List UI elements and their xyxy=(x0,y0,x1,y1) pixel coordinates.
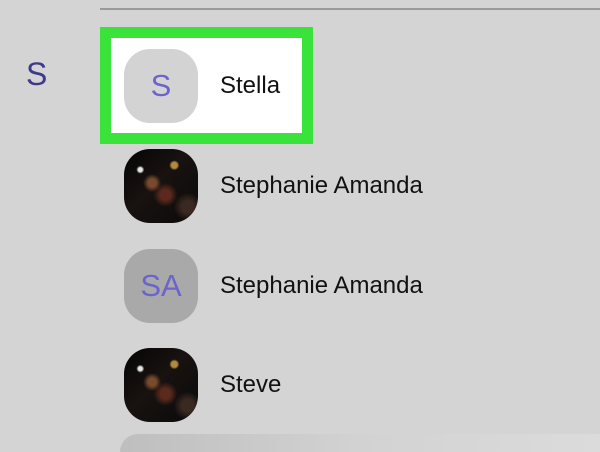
contact-name: Stephanie Amanda xyxy=(220,272,423,299)
contact-row-stella[interactable]: S Stella xyxy=(124,49,564,123)
contact-name: Stephanie Amanda xyxy=(220,172,423,199)
contact-row-stephanie-amanda-photo[interactable]: Stephanie Amanda xyxy=(124,149,564,223)
contact-name: Stella xyxy=(220,72,281,99)
next-row-partial xyxy=(120,434,600,452)
section-index-letter: S xyxy=(26,56,48,92)
list-divider xyxy=(100,8,600,10)
contact-row-stephanie-amanda-initials[interactable]: SA Stephanie Amanda xyxy=(124,249,564,323)
contact-row-steve[interactable]: Steve xyxy=(124,348,564,422)
contact-avatar: SA xyxy=(124,249,198,323)
avatar-initials: S xyxy=(150,68,172,103)
contact-name: Steve xyxy=(220,371,282,398)
contact-photo-avatar xyxy=(124,149,198,223)
contact-photo-avatar xyxy=(124,348,198,422)
contact-avatar: S xyxy=(124,49,198,123)
avatar-initials: SA xyxy=(140,268,182,303)
highlighted-contact-frame: S Stella xyxy=(100,27,313,144)
